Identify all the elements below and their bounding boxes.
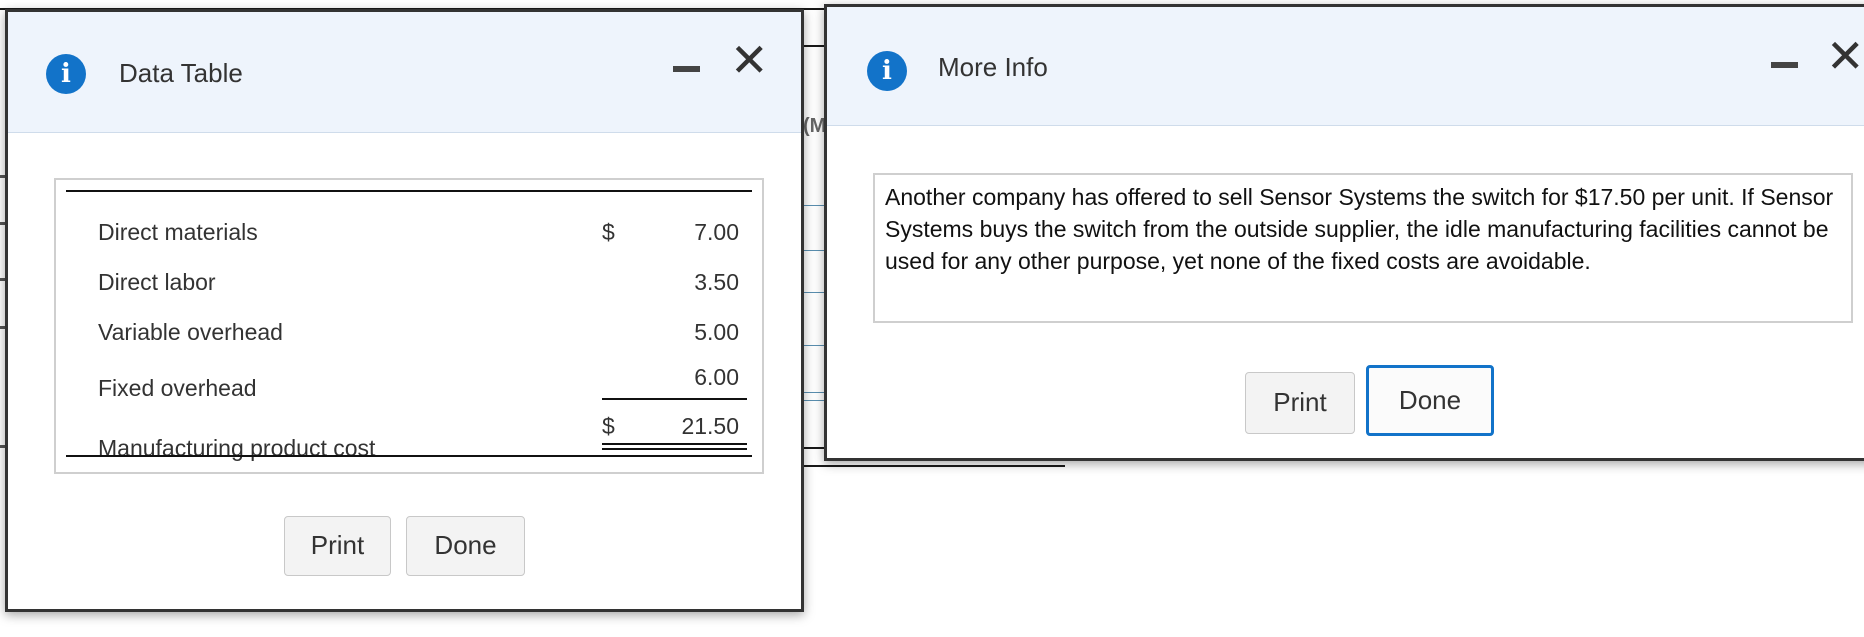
row-label: Variable overhead bbox=[98, 319, 283, 345]
dialog-header: i Data Table ✕ bbox=[8, 12, 801, 133]
print-button[interactable]: Print bbox=[1245, 372, 1355, 434]
dialog-header: i More Info ✕ bbox=[827, 7, 1864, 126]
info-icon: i bbox=[867, 51, 907, 91]
done-button[interactable]: Done bbox=[1366, 365, 1494, 436]
currency-symbol: $ bbox=[602, 219, 615, 245]
total-label: Manufacturing product cost bbox=[98, 435, 376, 461]
info-icon: i bbox=[46, 54, 86, 94]
dialog-title: More Info bbox=[938, 52, 1048, 82]
minimize-icon[interactable] bbox=[1771, 62, 1798, 68]
row-label: Fixed overhead bbox=[98, 375, 257, 401]
close-icon[interactable]: ✕ bbox=[1826, 33, 1864, 79]
subtotal-rule bbox=[602, 398, 747, 400]
bg-fragment-text: (M bbox=[803, 115, 827, 137]
table-bottom-rule bbox=[66, 455, 752, 457]
bg-rule bbox=[800, 465, 1065, 467]
total-amount: 21.50 bbox=[681, 413, 739, 439]
row-amount: 7.00 bbox=[694, 219, 739, 245]
data-table-dialog: i Data Table ✕ Direct materials $ 7.00 D… bbox=[5, 9, 804, 612]
more-info-dialog: i More Info ✕ Another company has offere… bbox=[824, 4, 1864, 461]
row-label: Direct materials bbox=[98, 219, 258, 245]
done-button[interactable]: Done bbox=[406, 516, 525, 576]
data-table: Direct materials $ 7.00 Direct labor 3.5… bbox=[54, 178, 764, 474]
print-button[interactable]: Print bbox=[284, 516, 391, 576]
close-icon[interactable]: ✕ bbox=[730, 37, 769, 83]
currency-symbol: $ bbox=[602, 413, 615, 439]
row-amount: 6.00 bbox=[694, 364, 739, 390]
info-text: Another company has offered to sell Sens… bbox=[873, 173, 1853, 323]
total-double-rule bbox=[602, 443, 747, 445]
minimize-icon[interactable] bbox=[673, 66, 700, 72]
row-amount: 3.50 bbox=[694, 269, 739, 295]
total-double-rule bbox=[602, 448, 747, 450]
dialog-title: Data Table bbox=[119, 58, 243, 88]
table-top-rule bbox=[66, 190, 752, 192]
row-label: Direct labor bbox=[98, 269, 216, 295]
row-amount: 5.00 bbox=[694, 319, 739, 345]
